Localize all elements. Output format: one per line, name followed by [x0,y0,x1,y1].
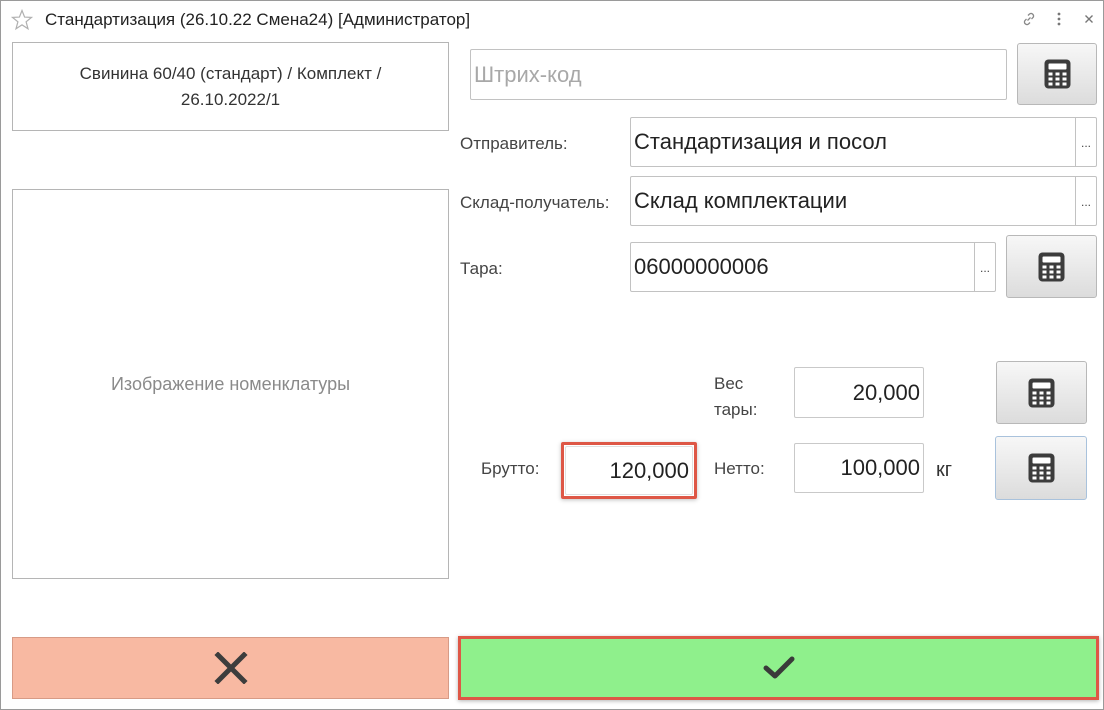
checkmark-icon [763,656,794,679]
tare-weight-input[interactable]: 20,000 [794,367,924,418]
tare-select-button[interactable]: ... [974,243,995,291]
product-image-placeholder: Изображение номенклатуры [12,189,449,579]
net-value: 100,000 [840,455,920,480]
window: Стандартизация (26.10.22 Смена24) [Админ… [0,0,1104,710]
gross-input[interactable]: 120,000 [565,446,693,495]
warehouse-select-button[interactable]: ... [1075,177,1096,225]
product-name-box: Свинина 60/40 (стандарт) / Комплект / 26… [12,42,449,131]
tare-weight-label-line1: Вес [714,374,744,393]
product-name-line1: Свинина 60/40 (стандарт) / Комплект / [79,63,382,83]
tare-weight-label-line2: тары: [714,400,758,419]
calculator-icon [1044,59,1070,89]
tare-weight-value: 20,000 [852,379,920,405]
gross-label: Брутто: [481,459,540,478]
calculator-icon [1028,453,1054,483]
net-label: Нетто: [714,459,765,478]
more-icon[interactable] [1050,10,1068,28]
tare-calculator-button[interactable] [1006,235,1097,298]
barcode-placeholder: Штрих-код [474,61,582,87]
tare-value: 06000000006 [634,254,769,279]
net-unit: кг [936,459,953,481]
sender-value: Стандартизация и посол [634,129,887,154]
warehouse-field[interactable]: Склад комплектации ... [630,176,1097,226]
barcode-input[interactable]: Штрих-код [470,49,1007,100]
star-icon[interactable] [10,8,34,32]
title-bar: Стандартизация (26.10.22 Смена24) [Админ… [1,1,1103,39]
link-icon[interactable] [1020,10,1038,28]
warehouse-label: Склад-получатель: [460,193,610,212]
tare-weight-calculator-button[interactable] [996,361,1087,424]
product-name-line2: 26.10.2022/1 [180,89,281,109]
close-icon[interactable] [1080,10,1098,28]
sender-field[interactable]: Стандартизация и посол ... [630,117,1097,167]
gross-value: 120,000 [609,457,689,483]
calculator-icon [1028,378,1055,407]
calculator-icon [1038,252,1065,281]
window-title: Стандартизация (26.10.22 Смена24) [Админ… [45,10,471,29]
sender-select-button[interactable]: ... [1075,118,1096,166]
tare-weight-label: Вес тары: [714,371,757,423]
confirm-button[interactable] [458,636,1099,700]
tare-field[interactable]: 06000000006 ... [630,242,996,292]
cancel-button[interactable] [12,637,449,699]
close-icon [213,652,248,684]
barcode-calculator-button[interactable] [1017,43,1097,105]
product-image-label: Изображение номенклатуры [110,373,351,394]
tare-label: Тара: [460,259,503,278]
net-input[interactable]: 100,000 [794,443,924,493]
sender-label: Отправитель: [460,134,568,153]
warehouse-value: Склад комплектации [634,188,848,213]
net-calculator-button[interactable] [995,436,1087,500]
